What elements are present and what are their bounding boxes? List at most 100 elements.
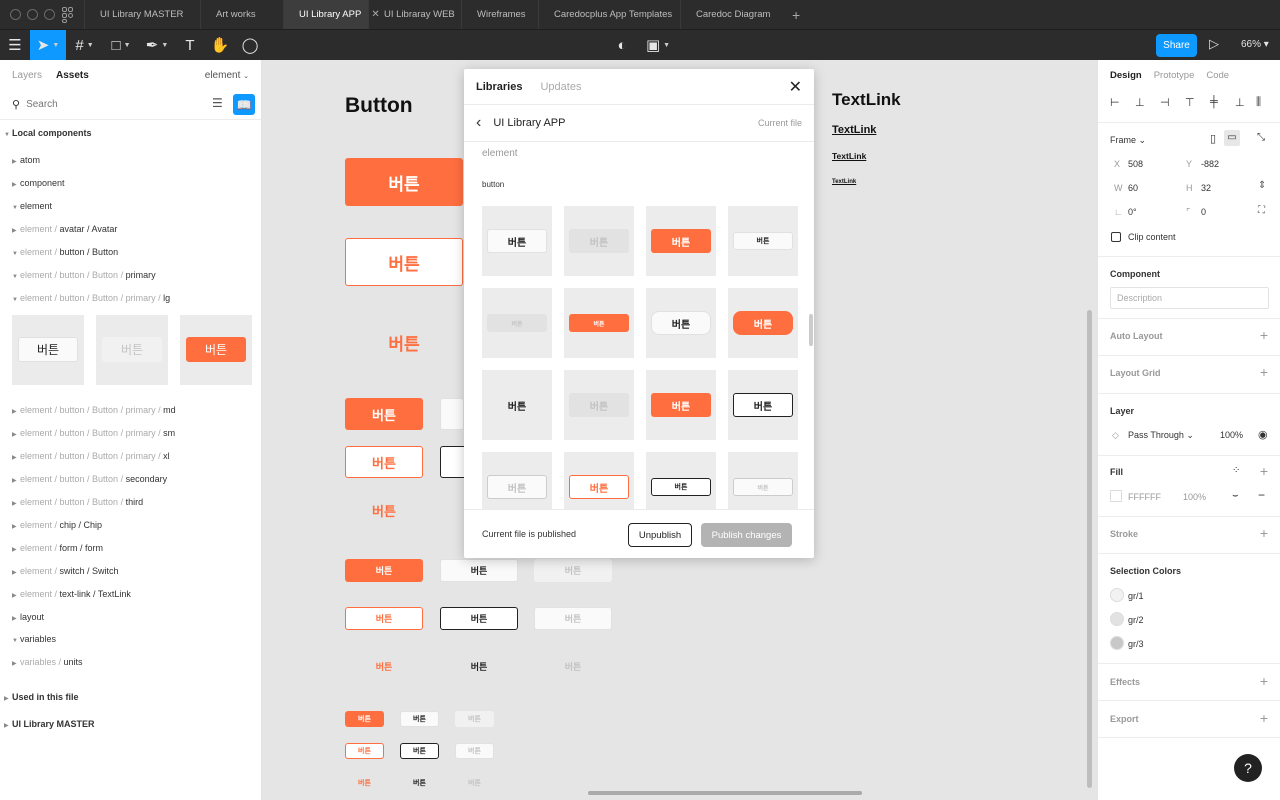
component-thumbnail[interactable]: 버튼	[564, 452, 634, 509]
tab-libraries[interactable]: Libraries	[476, 81, 522, 93]
unpublish-button[interactable]: Unpublish	[628, 523, 692, 547]
fill-swatch[interactable]	[1110, 490, 1122, 502]
tree-item-xl[interactable]: ▶ element / button / Button / primary / x…	[12, 451, 170, 461]
button-lg-text[interactable]: 버튼	[345, 494, 423, 526]
window-controls[interactable]	[0, 9, 60, 20]
zoom-level[interactable]: 66% ▾	[1241, 39, 1269, 50]
tree-item-switch[interactable]: ▶ element / switch / Switch	[12, 566, 119, 576]
tree-item-variables[interactable]: ▼ variables	[12, 634, 56, 644]
h-input[interactable]: 32	[1201, 183, 1211, 193]
tree-item-button[interactable]: ▼ element / button / Button	[12, 247, 118, 257]
component-thumbnail[interactable]: 버튼	[180, 315, 252, 385]
modal-scrollbar[interactable]	[809, 314, 813, 346]
tab-layers[interactable]: Layers	[12, 70, 42, 81]
component-thumbnail[interactable]: 버튼	[646, 452, 716, 509]
used-in-file-header[interactable]: ▶ Used in this file	[4, 692, 79, 702]
component-thumbnail[interactable]: 버튼	[482, 206, 552, 276]
layer-opacity-input[interactable]: 100%	[1220, 430, 1243, 440]
button-sm-text-disabled[interactable]: 버튼	[455, 775, 494, 791]
component-thumbnail[interactable]: 버튼	[96, 315, 168, 385]
portrait-icon[interactable]: ▯	[1210, 132, 1216, 145]
tab-caredoc-diagram[interactable]: Caredoc Diagram	[680, 0, 780, 29]
component-thumbnail[interactable]: 버튼	[646, 370, 716, 440]
blend-mode-select[interactable]: Pass Through ⌄	[1128, 430, 1194, 441]
tree-item-md[interactable]: ▶ element / button / Button / primary / m…	[12, 405, 176, 415]
fill-opacity-input[interactable]: 100%	[1183, 492, 1206, 502]
tab-wireframes[interactable]: Wireframes	[461, 0, 538, 29]
new-tab-icon[interactable]: +	[780, 7, 800, 23]
button-sm-dark-outline[interactable]: 버튼	[400, 743, 439, 759]
landscape-icon[interactable]: ▭	[1224, 130, 1240, 146]
frame-tool-icon[interactable]: # ▼	[66, 30, 103, 61]
textlink-lg[interactable]: TextLink	[832, 124, 876, 136]
button-lg-secondary[interactable]	[440, 398, 464, 430]
button-md-primary[interactable]: 버튼	[345, 559, 423, 582]
pen-tool-icon[interactable]: ✒ ▼	[139, 30, 175, 61]
tree-item-third[interactable]: ▶ element / button / Button / third	[12, 497, 143, 507]
tree-item-secondary[interactable]: ▶ element / button / Button / secondary	[12, 474, 167, 484]
tab-code[interactable]: Code	[1206, 70, 1229, 81]
button-sm-text-dark[interactable]: 버튼	[400, 775, 439, 791]
button-sm-outline[interactable]: 버튼	[345, 743, 384, 759]
rotation-input[interactable]: 0°	[1128, 207, 1137, 217]
tree-item-units[interactable]: ▶ variables / units	[12, 657, 83, 667]
tree-item-layout[interactable]: ▶ layout	[12, 612, 44, 622]
canvas-horizontal-scrollbar[interactable]	[588, 791, 862, 795]
tree-item-lg[interactable]: ▼ element / button / Button / primary / l…	[12, 293, 170, 303]
distribute-icon[interactable]: ⫼	[1256, 96, 1261, 109]
button-xl-text[interactable]: 버튼	[345, 318, 463, 366]
resize-to-fit-icon[interactable]: ⤡	[1257, 132, 1265, 143]
hand-tool-icon[interactable]: ✋	[205, 30, 235, 61]
button-sm-disabled[interactable]: 버튼	[455, 711, 494, 727]
component-thumbnail[interactable]: 버튼	[564, 370, 634, 440]
tree-item-primary[interactable]: ▼ element / button / Button / primary	[12, 270, 156, 280]
align-center-h-icon[interactable]: ⊥	[1135, 96, 1145, 109]
clip-content-checkbox[interactable]	[1111, 232, 1121, 242]
tree-item-atom[interactable]: ▶ atom	[12, 155, 40, 165]
tree-item-sm[interactable]: ▶ element / button / Button / primary / s…	[12, 428, 175, 438]
component-thumbnail[interactable]: 버튼	[564, 288, 634, 358]
button-md-secondary[interactable]: 버튼	[440, 559, 518, 582]
remove-fill-icon[interactable]: −	[1258, 488, 1265, 502]
button-md-text[interactable]: 버튼	[345, 655, 423, 678]
color-style-name[interactable]: gr/2	[1128, 615, 1144, 625]
minimize-window-icon[interactable]	[27, 9, 38, 20]
tab-design[interactable]: Design	[1110, 70, 1142, 81]
align-top-icon[interactable]: ⊤	[1185, 96, 1195, 109]
tab-ui-library-master[interactable]: UI Library MASTER	[84, 0, 200, 29]
independent-corners-icon[interactable]: ⛶	[1258, 205, 1265, 216]
present-play-icon[interactable]: ▷	[1209, 36, 1219, 52]
button-md-dark-outline[interactable]: 버튼	[440, 607, 518, 630]
share-button[interactable]: Share	[1156, 34, 1197, 57]
component-thumbnail[interactable]: 버튼	[482, 370, 552, 440]
corner-radius-input[interactable]: 0	[1201, 207, 1206, 217]
w-input[interactable]: 60	[1128, 183, 1138, 193]
button-md-disabled[interactable]: 버튼	[534, 559, 612, 582]
boolean-ops-icon[interactable]: ▣ ▼	[643, 30, 673, 61]
button-sm-secondary[interactable]: 버튼	[400, 711, 439, 727]
tab-prototype[interactable]: Prototype	[1154, 70, 1195, 81]
tree-item-element[interactable]: ▼ element	[12, 201, 52, 211]
tab-caredocplus-app-templates[interactable]: Caredocplus App Templates	[538, 0, 680, 29]
text-tool-icon[interactable]: T	[175, 30, 205, 61]
button-sm-primary[interactable]: 버튼	[345, 711, 384, 727]
tab-assets[interactable]: Assets	[56, 70, 89, 81]
maximize-window-icon[interactable]	[44, 9, 55, 20]
button-sm-text[interactable]: 버튼	[345, 775, 384, 791]
tree-item-form[interactable]: ▶ element / form / form	[12, 543, 103, 553]
tab-ui-library-app[interactable]: UI Library APP ✕	[283, 0, 380, 29]
component-thumbnail[interactable]: 버튼	[728, 370, 798, 440]
button-md-outline[interactable]: 버튼	[345, 607, 423, 630]
align-bottom-icon[interactable]: ⊥	[1235, 96, 1245, 109]
page-selector[interactable]: element ⌄	[205, 70, 249, 81]
fill-hex-input[interactable]: FFFFFF	[1128, 492, 1161, 502]
button-lg-outline[interactable]: 버튼	[345, 446, 423, 478]
component-thumbnail[interactable]: 버튼	[12, 315, 84, 385]
component-thumbnail[interactable]: 버튼	[482, 452, 552, 509]
align-left-icon[interactable]: ⊢	[1110, 96, 1120, 109]
component-thumbnail[interactable]: 버튼	[646, 288, 716, 358]
align-middle-icon[interactable]: ╪	[1210, 96, 1218, 108]
library-master-header[interactable]: ▶ UI Library MASTER	[4, 719, 95, 729]
move-tool-icon[interactable]: ➤ ▼	[30, 29, 66, 61]
canvas-vertical-scrollbar[interactable]	[1087, 310, 1092, 788]
